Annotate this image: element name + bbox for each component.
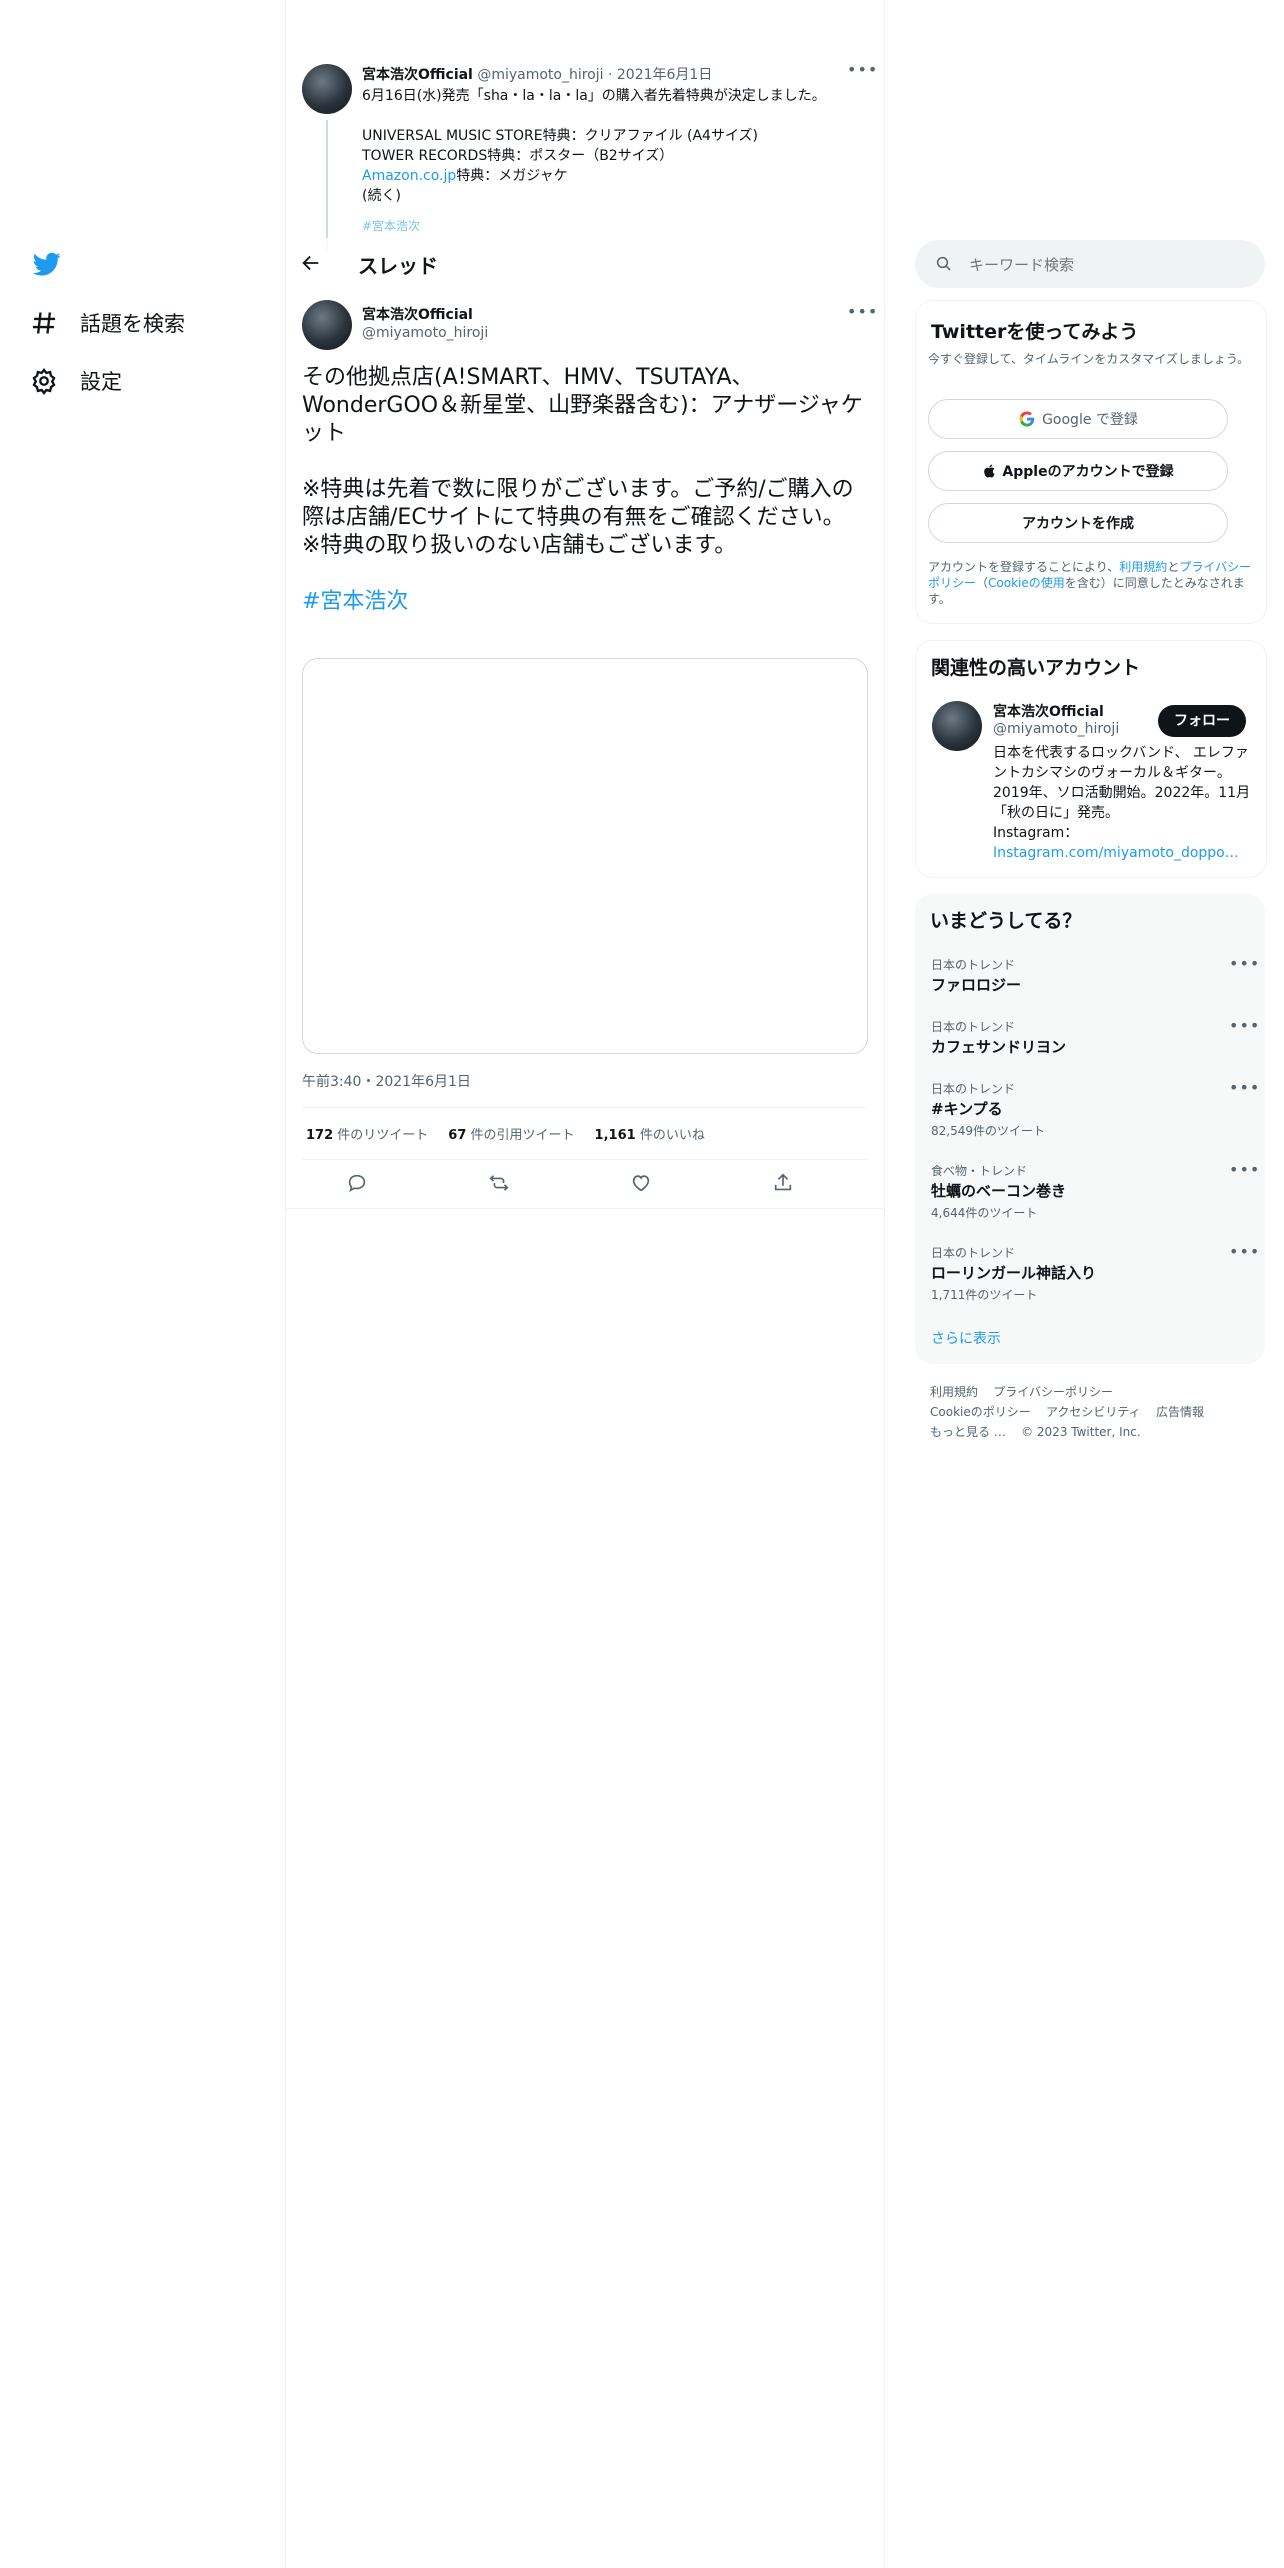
trend-item[interactable]: 日本のトレンド ローリンガール神話入り 1,711件のツイート •••	[915, 1240, 1265, 1310]
more-icon[interactable]: •••	[847, 60, 878, 79]
author-name[interactable]: 宮本浩次Official	[362, 67, 473, 83]
author-handle[interactable]: @miyamoto_hiroji	[477, 67, 603, 83]
nav-settings[interactable]: 設定	[30, 366, 122, 396]
text-line: (続く)	[362, 188, 401, 204]
related-name[interactable]: 宮本浩次Official	[993, 701, 1104, 721]
retweet-icon[interactable]	[488, 1172, 510, 1198]
tweet-paragraph: ※特典の取り扱いのない店舗もございます。	[302, 533, 737, 558]
trend-item[interactable]: 日本のトレンド カフェサンドリヨン •••	[915, 1014, 1265, 1070]
separator: ·	[607, 67, 613, 83]
trend-more-icon[interactable]: •••	[1229, 1016, 1260, 1035]
search-input[interactable]	[967, 252, 1251, 278]
tweet-paragraph: その他拠点店(A!SMART、HMV、TSUTAYA、WonderGOO＆新星堂…	[302, 365, 863, 446]
google-icon	[1019, 411, 1035, 427]
thread-header: スレッド	[286, 238, 884, 290]
instagram-link[interactable]: Instagram.com/miyamoto_doppo…	[993, 845, 1239, 861]
media-card[interactable]	[302, 658, 868, 1054]
signup-title: Twitterを使ってみよう	[931, 321, 1139, 343]
search-icon	[936, 256, 951, 271]
text-line: Amazon.co.jp特典：メガジャケ	[362, 168, 568, 184]
tweet-date[interactable]: 2021年6月1日	[617, 67, 712, 83]
nav-explore-label: 話題を検索	[80, 312, 185, 336]
divider	[286, 1208, 884, 1209]
tweet-actions	[302, 1172, 868, 1200]
trend-more-icon[interactable]: •••	[1229, 1078, 1260, 1097]
main-divider	[884, 0, 885, 2568]
tweet-timestamp[interactable]: 午前3:40・2021年6月1日	[302, 1071, 471, 1091]
main-column: 宮本浩次Official @miyamoto_hiroji · 2021年6月1…	[286, 0, 884, 2568]
parent-tweet-text: 6月16日(水)発売「sha・la・la・la」の購入者先着特典が決定しました。…	[362, 86, 872, 236]
nav-settings-label: 設定	[80, 370, 122, 394]
footer-more-link[interactable]: もっと見る …	[930, 1425, 1006, 1439]
tweet-body: その他拠点店(A!SMART、HMV、TSUTAYA、WonderGOO＆新星堂…	[302, 364, 868, 616]
page-title: スレッド	[358, 254, 438, 278]
trend-more-icon[interactable]: •••	[1229, 1160, 1260, 1179]
footer-terms-link[interactable]: 利用規約	[930, 1385, 978, 1399]
more-icon[interactable]: •••	[847, 302, 878, 321]
trend-item[interactable]: 日本のトレンド ファロロジー •••	[915, 952, 1265, 1008]
terms-link[interactable]: 利用規約	[1119, 560, 1167, 574]
avatar[interactable]	[302, 300, 352, 350]
text-line: UNIVERSAL MUSIC STORE特典：クリアファイル (A4サイズ)	[362, 128, 759, 144]
signup-card: Twitterを使ってみよう 今すぐ登録して、タイムラインをカスタマイズしましょ…	[915, 300, 1267, 624]
text-line: 6月16日(水)発売「sha・la・la・la」の購入者先着特典が決定しました。	[362, 88, 826, 104]
hashtag-link[interactable]: #宮本浩次	[302, 589, 408, 614]
author-handle[interactable]: @miyamoto_hiroji	[362, 325, 488, 341]
show-more-link[interactable]: さらに表示	[931, 1328, 1001, 1348]
follow-button[interactable]: フォロー	[1158, 705, 1246, 737]
apple-signup-button[interactable]: Appleのアカウントで登録	[928, 451, 1228, 491]
divider	[302, 1107, 868, 1108]
related-title: 関連性の高いアカウント	[931, 657, 1141, 679]
tweet-stats: 172 件のリツイート 67 件の引用ツイート 1,161 件のいいね	[306, 1124, 705, 1143]
avatar[interactable]	[932, 701, 982, 751]
hashtag-link[interactable]: #宮本浩次	[362, 219, 420, 233]
divider	[302, 1159, 868, 1160]
gear-icon	[32, 368, 56, 395]
retweets-stat[interactable]: 172 件のリツイート	[306, 1124, 428, 1143]
author-name[interactable]: 宮本浩次Official	[362, 304, 473, 324]
apple-icon	[984, 464, 995, 478]
signup-legal: アカウントを登録することにより、利用規約とプライバシーポリシー（Cookieの使…	[928, 560, 1252, 606]
avatar[interactable]	[302, 64, 352, 114]
footer-ads-link[interactable]: 広告情報	[1156, 1405, 1204, 1419]
reply-icon[interactable]	[346, 1172, 368, 1198]
quotes-stat[interactable]: 67 件の引用ツイート	[448, 1124, 574, 1143]
likes-stat[interactable]: 1,161 件のいいね	[595, 1124, 705, 1143]
trend-more-icon[interactable]: •••	[1229, 954, 1260, 973]
footer: 利用規約 プライバシーポリシー Cookieのポリシー アクセシビリティ 広告情…	[930, 1382, 1260, 1442]
parent-tweet-header: 宮本浩次Official @miyamoto_hiroji · 2021年6月1…	[362, 64, 712, 84]
parent-tweet[interactable]: 宮本浩次Official @miyamoto_hiroji · 2021年6月1…	[302, 60, 877, 250]
footer-privacy-link[interactable]: プライバシーポリシー	[993, 1385, 1113, 1399]
left-sidebar: 話題を検索 設定	[0, 0, 285, 2568]
like-icon[interactable]	[630, 1172, 652, 1198]
trends-card: いまどうしてる？ 日本のトレンド ファロロジー ••• 日本のトレンド カフェサ…	[915, 894, 1265, 1364]
share-icon[interactable]	[772, 1172, 794, 1198]
copyright: © 2023 Twitter, Inc.	[1021, 1425, 1141, 1439]
signup-subtitle: 今すぐ登録して、タイムラインをカスタマイズしましょう。	[928, 352, 1250, 366]
thread-line	[326, 120, 328, 250]
back-arrow-icon[interactable]	[300, 252, 324, 276]
create-account-button[interactable]: アカウントを作成	[928, 503, 1228, 543]
related-accounts-card: 関連性の高いアカウント 宮本浩次Official @miyamoto_hiroj…	[915, 640, 1267, 878]
tweet-paragraph: ※特典は先着で数に限りがございます。ご予約/ご購入の際は店舗/ECサイトにて特典…	[302, 477, 854, 530]
trend-more-icon[interactable]: •••	[1229, 1242, 1260, 1261]
related-handle[interactable]: @miyamoto_hiroji	[993, 721, 1119, 737]
nav-explore[interactable]: 話題を検索	[30, 308, 185, 338]
cookie-link[interactable]: Cookieの使用	[988, 576, 1065, 590]
hashtag-icon	[32, 312, 56, 334]
text-line: TOWER RECORDS特典：ポスター（B2サイズ）	[362, 148, 674, 164]
related-bio: 日本を代表するロックバンド、 エレファントカシマシのヴォーカル＆ギター。 201…	[993, 745, 1251, 861]
twitter-logo-icon[interactable]	[32, 250, 62, 278]
footer-cookie-link[interactable]: Cookieのポリシー	[930, 1405, 1031, 1419]
footer-accessibility-link[interactable]: アクセシビリティ	[1046, 1405, 1141, 1419]
google-signup-button[interactable]: Google で登録	[928, 399, 1228, 439]
trend-item[interactable]: 食べ物・トレンド 牡蠣のベーコン巻き 4,644件のツイート •••	[915, 1158, 1265, 1228]
search-box[interactable]	[915, 240, 1265, 288]
amazon-link[interactable]: Amazon.co.jp	[362, 168, 456, 184]
trend-item[interactable]: 日本のトレンド #キンプる 82,549件のツイート •••	[915, 1076, 1265, 1146]
trends-title: いまどうしてる？	[930, 910, 1082, 932]
